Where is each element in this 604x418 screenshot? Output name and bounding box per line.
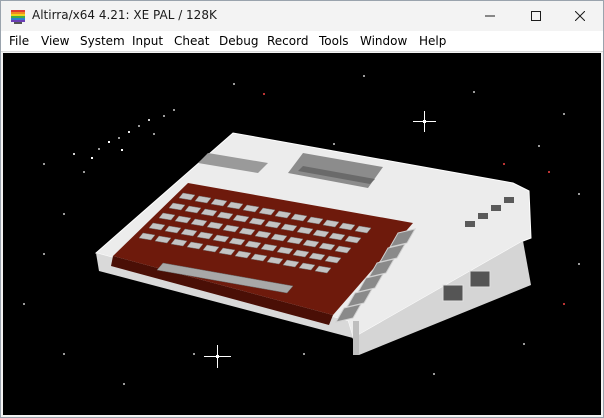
emulator-display[interactable]: [3, 53, 601, 415]
menu-cheat[interactable]: Cheat: [174, 34, 209, 48]
menu-input[interactable]: Input: [132, 34, 163, 48]
menu-system[interactable]: System: [80, 34, 125, 48]
emulator-window: Altirra/x64 4.21: XE PAL / 128K File Vie…: [0, 0, 604, 418]
menu-view[interactable]: View: [41, 34, 69, 48]
minimize-button[interactable]: [467, 1, 513, 31]
menu-help[interactable]: Help: [419, 34, 446, 48]
altirra-logo-icon[interactable]: [11, 9, 25, 24]
window-title: Altirra/x64 4.21: XE PAL / 128K: [32, 8, 217, 22]
atari-xe-artwork: [3, 53, 601, 415]
menu-debug[interactable]: Debug: [219, 34, 258, 48]
minimize-icon: [485, 11, 495, 21]
menu-bar: File View System Input Cheat Debug Recor…: [1, 31, 603, 52]
menu-file[interactable]: File: [9, 34, 29, 48]
close-button[interactable]: [557, 1, 603, 31]
maximize-icon: [531, 11, 541, 21]
menu-tools[interactable]: Tools: [319, 34, 349, 48]
title-bar[interactable]: Altirra/x64 4.21: XE PAL / 128K: [1, 1, 603, 31]
menu-window[interactable]: Window: [360, 34, 407, 48]
close-icon: [575, 11, 585, 21]
maximize-button[interactable]: [513, 1, 559, 31]
menu-record[interactable]: Record: [267, 34, 308, 48]
